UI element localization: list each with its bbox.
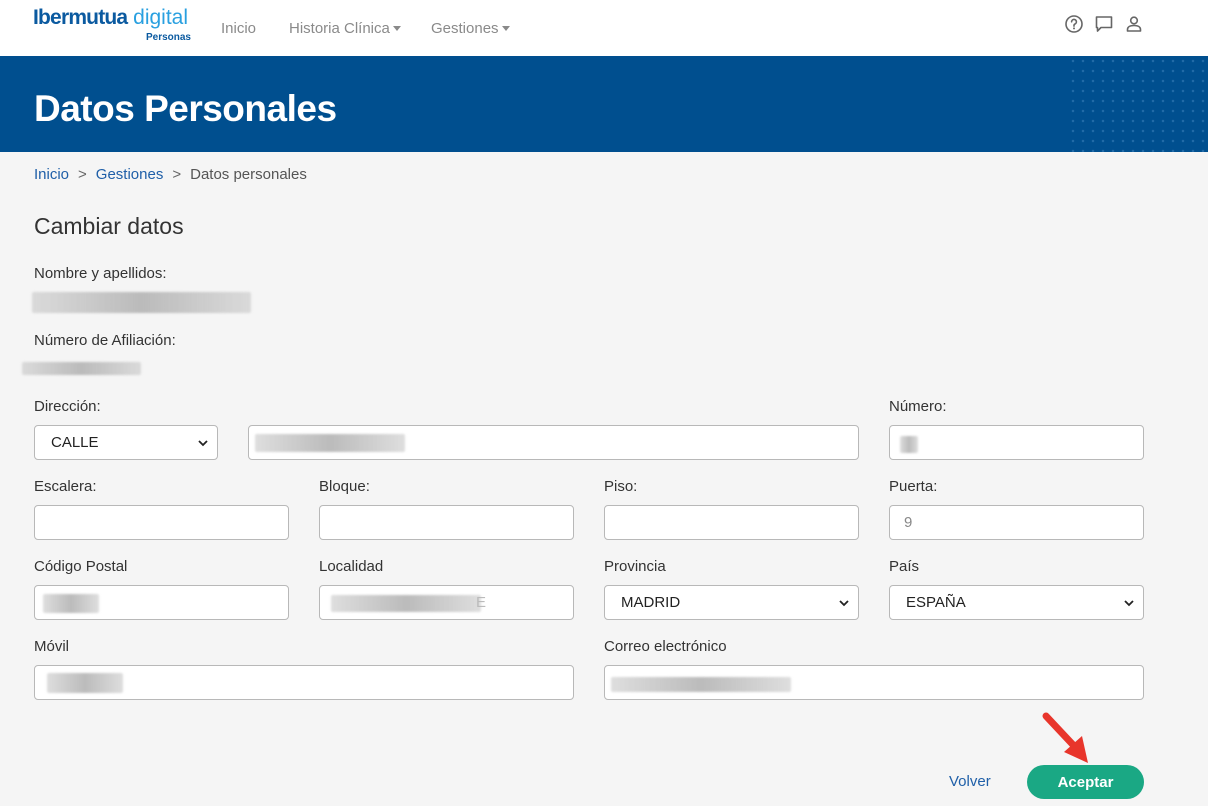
brand-subtitle: Personas [145, 32, 191, 43]
numero-label: Número: [889, 398, 947, 415]
numero-input[interactable] [889, 425, 1144, 460]
afiliacion-label: Número de Afiliación: [34, 332, 176, 349]
nav-gestiones-label: Gestiones [431, 19, 499, 37]
localidad-value-redacted [331, 595, 481, 612]
cp-value-redacted [43, 594, 99, 613]
bloque-label: Bloque: [319, 478, 370, 495]
chevron-down-icon [1124, 600, 1134, 607]
breadcrumb-inicio[interactable]: Inicio [34, 166, 69, 183]
chevron-down-icon [839, 600, 849, 607]
chevron-down-icon [198, 440, 208, 447]
puerta-value: 9 [904, 514, 913, 531]
nav-inicio[interactable]: Inicio [221, 0, 256, 56]
cp-input[interactable] [34, 585, 289, 620]
pais-value: ESPAÑA [906, 594, 966, 611]
nav-inicio-label: Inicio [221, 19, 257, 37]
nombre-label: Nombre y apellidos: [34, 265, 167, 282]
piso-input[interactable] [604, 505, 859, 540]
volver-button[interactable]: Volver [949, 773, 991, 790]
correo-input[interactable] [604, 665, 1144, 700]
user-icon[interactable] [1124, 14, 1144, 34]
breadcrumb: Inicio > Gestiones > Datos personales [34, 166, 307, 183]
provincia-label: Provincia [604, 558, 666, 575]
nav-historia-label: Historia Clínica [289, 19, 390, 37]
breadcrumb-separator: > [172, 166, 182, 183]
brand-logo[interactable]: Ibermutua digital Personas [33, 6, 193, 46]
brand-name: Ibermutua [33, 6, 128, 29]
piso-label: Piso: [604, 478, 638, 495]
escalera-label: Escalera: [34, 478, 97, 495]
help-circle-icon[interactable] [1064, 14, 1084, 34]
direccion-input[interactable] [248, 425, 859, 460]
nav-historia-clinica[interactable]: Historia Clínica [289, 0, 401, 56]
page-title: Datos Personales [34, 88, 337, 129]
breadcrumb-current: Datos personales [190, 166, 307, 183]
puerta-label: Puerta: [889, 478, 938, 495]
provincia-value: MADRID [621, 594, 681, 611]
escalera-input[interactable] [34, 505, 289, 540]
localidad-input[interactable]: E [319, 585, 574, 620]
numero-value-redacted [900, 436, 918, 453]
provincia-select[interactable]: MADRID [604, 585, 859, 620]
hero-dot-pattern [1068, 56, 1208, 152]
via-tipo-select[interactable]: CALLE [34, 425, 218, 460]
nav-gestiones[interactable]: Gestiones [431, 0, 510, 56]
direccion-value-redacted [255, 434, 405, 452]
caret-down-icon [501, 25, 510, 31]
hero-banner: Datos Personales [0, 56, 1208, 152]
localidad-label: Localidad [319, 558, 384, 575]
section-title: Cambiar datos [34, 213, 184, 239]
aceptar-label: Aceptar [1057, 773, 1114, 791]
breadcrumb-gestiones[interactable]: Gestiones [96, 166, 164, 183]
header-icons [1064, 14, 1144, 34]
correo-label: Correo electrónico [604, 638, 727, 655]
aceptar-button[interactable]: Aceptar [1027, 765, 1144, 799]
caret-down-icon [392, 25, 401, 31]
red-arrow-annotation-icon [1042, 712, 1088, 763]
nombre-value-redacted [32, 292, 251, 313]
bloque-input[interactable] [319, 505, 574, 540]
correo-value-redacted [611, 677, 791, 692]
top-navbar: Ibermutua digital Personas Inicio Histor… [0, 0, 1208, 56]
chat-icon[interactable] [1094, 14, 1114, 34]
pais-label: País [889, 558, 920, 575]
via-tipo-value: CALLE [51, 434, 99, 451]
localidad-value-tail: E [476, 594, 487, 611]
movil-input[interactable] [34, 665, 574, 700]
brand-digital: digital [127, 6, 189, 29]
breadcrumb-separator: > [78, 166, 87, 183]
cp-label: Código Postal [34, 558, 128, 575]
afiliacion-value-redacted [22, 362, 141, 375]
movil-value-redacted [47, 673, 123, 693]
puerta-input[interactable]: 9 [889, 505, 1144, 540]
movil-label: Móvil [34, 638, 70, 655]
direccion-label: Dirección: [34, 398, 101, 415]
pais-select[interactable]: ESPAÑA [889, 585, 1144, 620]
